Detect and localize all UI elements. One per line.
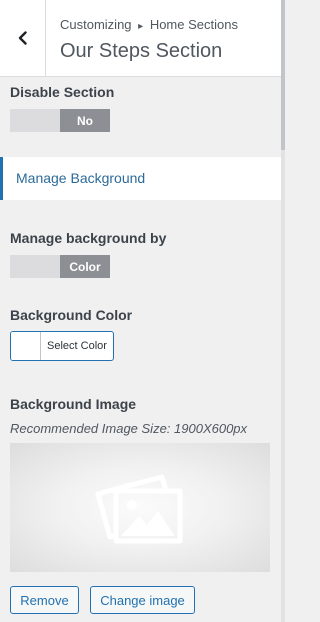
background-image-description: Recommended Image Size: 1900X600px <box>10 421 248 436</box>
select-color-label: Select Color <box>47 340 107 352</box>
change-image-button[interactable]: Change image <box>90 586 195 614</box>
background-image-preview[interactable] <box>10 443 270 572</box>
disable-section-toggle[interactable]: No <box>10 109 110 132</box>
scrollbar-thumb[interactable] <box>281 0 285 150</box>
color-swatch <box>11 332 41 360</box>
select-color-button[interactable]: Select Color <box>10 331 114 361</box>
scrollbar[interactable] <box>281 0 285 622</box>
toggle-value: Color <box>60 255 110 278</box>
customizer-header: Customizing ▸ Home Sections Our Steps Se… <box>0 0 281 77</box>
chevron-left-icon <box>18 31 27 45</box>
toggle-off-segment <box>10 109 60 132</box>
disable-section-label: Disable Section <box>10 84 115 100</box>
image-placeholder-icon <box>95 474 183 543</box>
back-button[interactable] <box>0 0 46 76</box>
breadcrumb-parent: Customizing <box>60 17 132 32</box>
breadcrumb-separator: ▸ <box>138 21 144 32</box>
background-color-label: Background Color <box>10 307 133 323</box>
page-title: Our Steps Section <box>60 40 223 62</box>
manage-background-by-label: Manage background by <box>10 230 167 246</box>
manage-background-by-toggle[interactable]: Color <box>10 255 110 278</box>
toggle-value: No <box>60 109 110 132</box>
manage-background-link[interactable]: Manage Background <box>0 157 281 200</box>
breadcrumb: Customizing ▸ Home Sections <box>60 17 238 32</box>
remove-image-button[interactable]: Remove <box>10 586 79 614</box>
background-image-label: Background Image <box>10 396 137 412</box>
manage-background-label: Manage Background <box>16 170 146 186</box>
breadcrumb-current: Home Sections <box>149 17 238 32</box>
toggle-off-segment <box>10 255 60 278</box>
